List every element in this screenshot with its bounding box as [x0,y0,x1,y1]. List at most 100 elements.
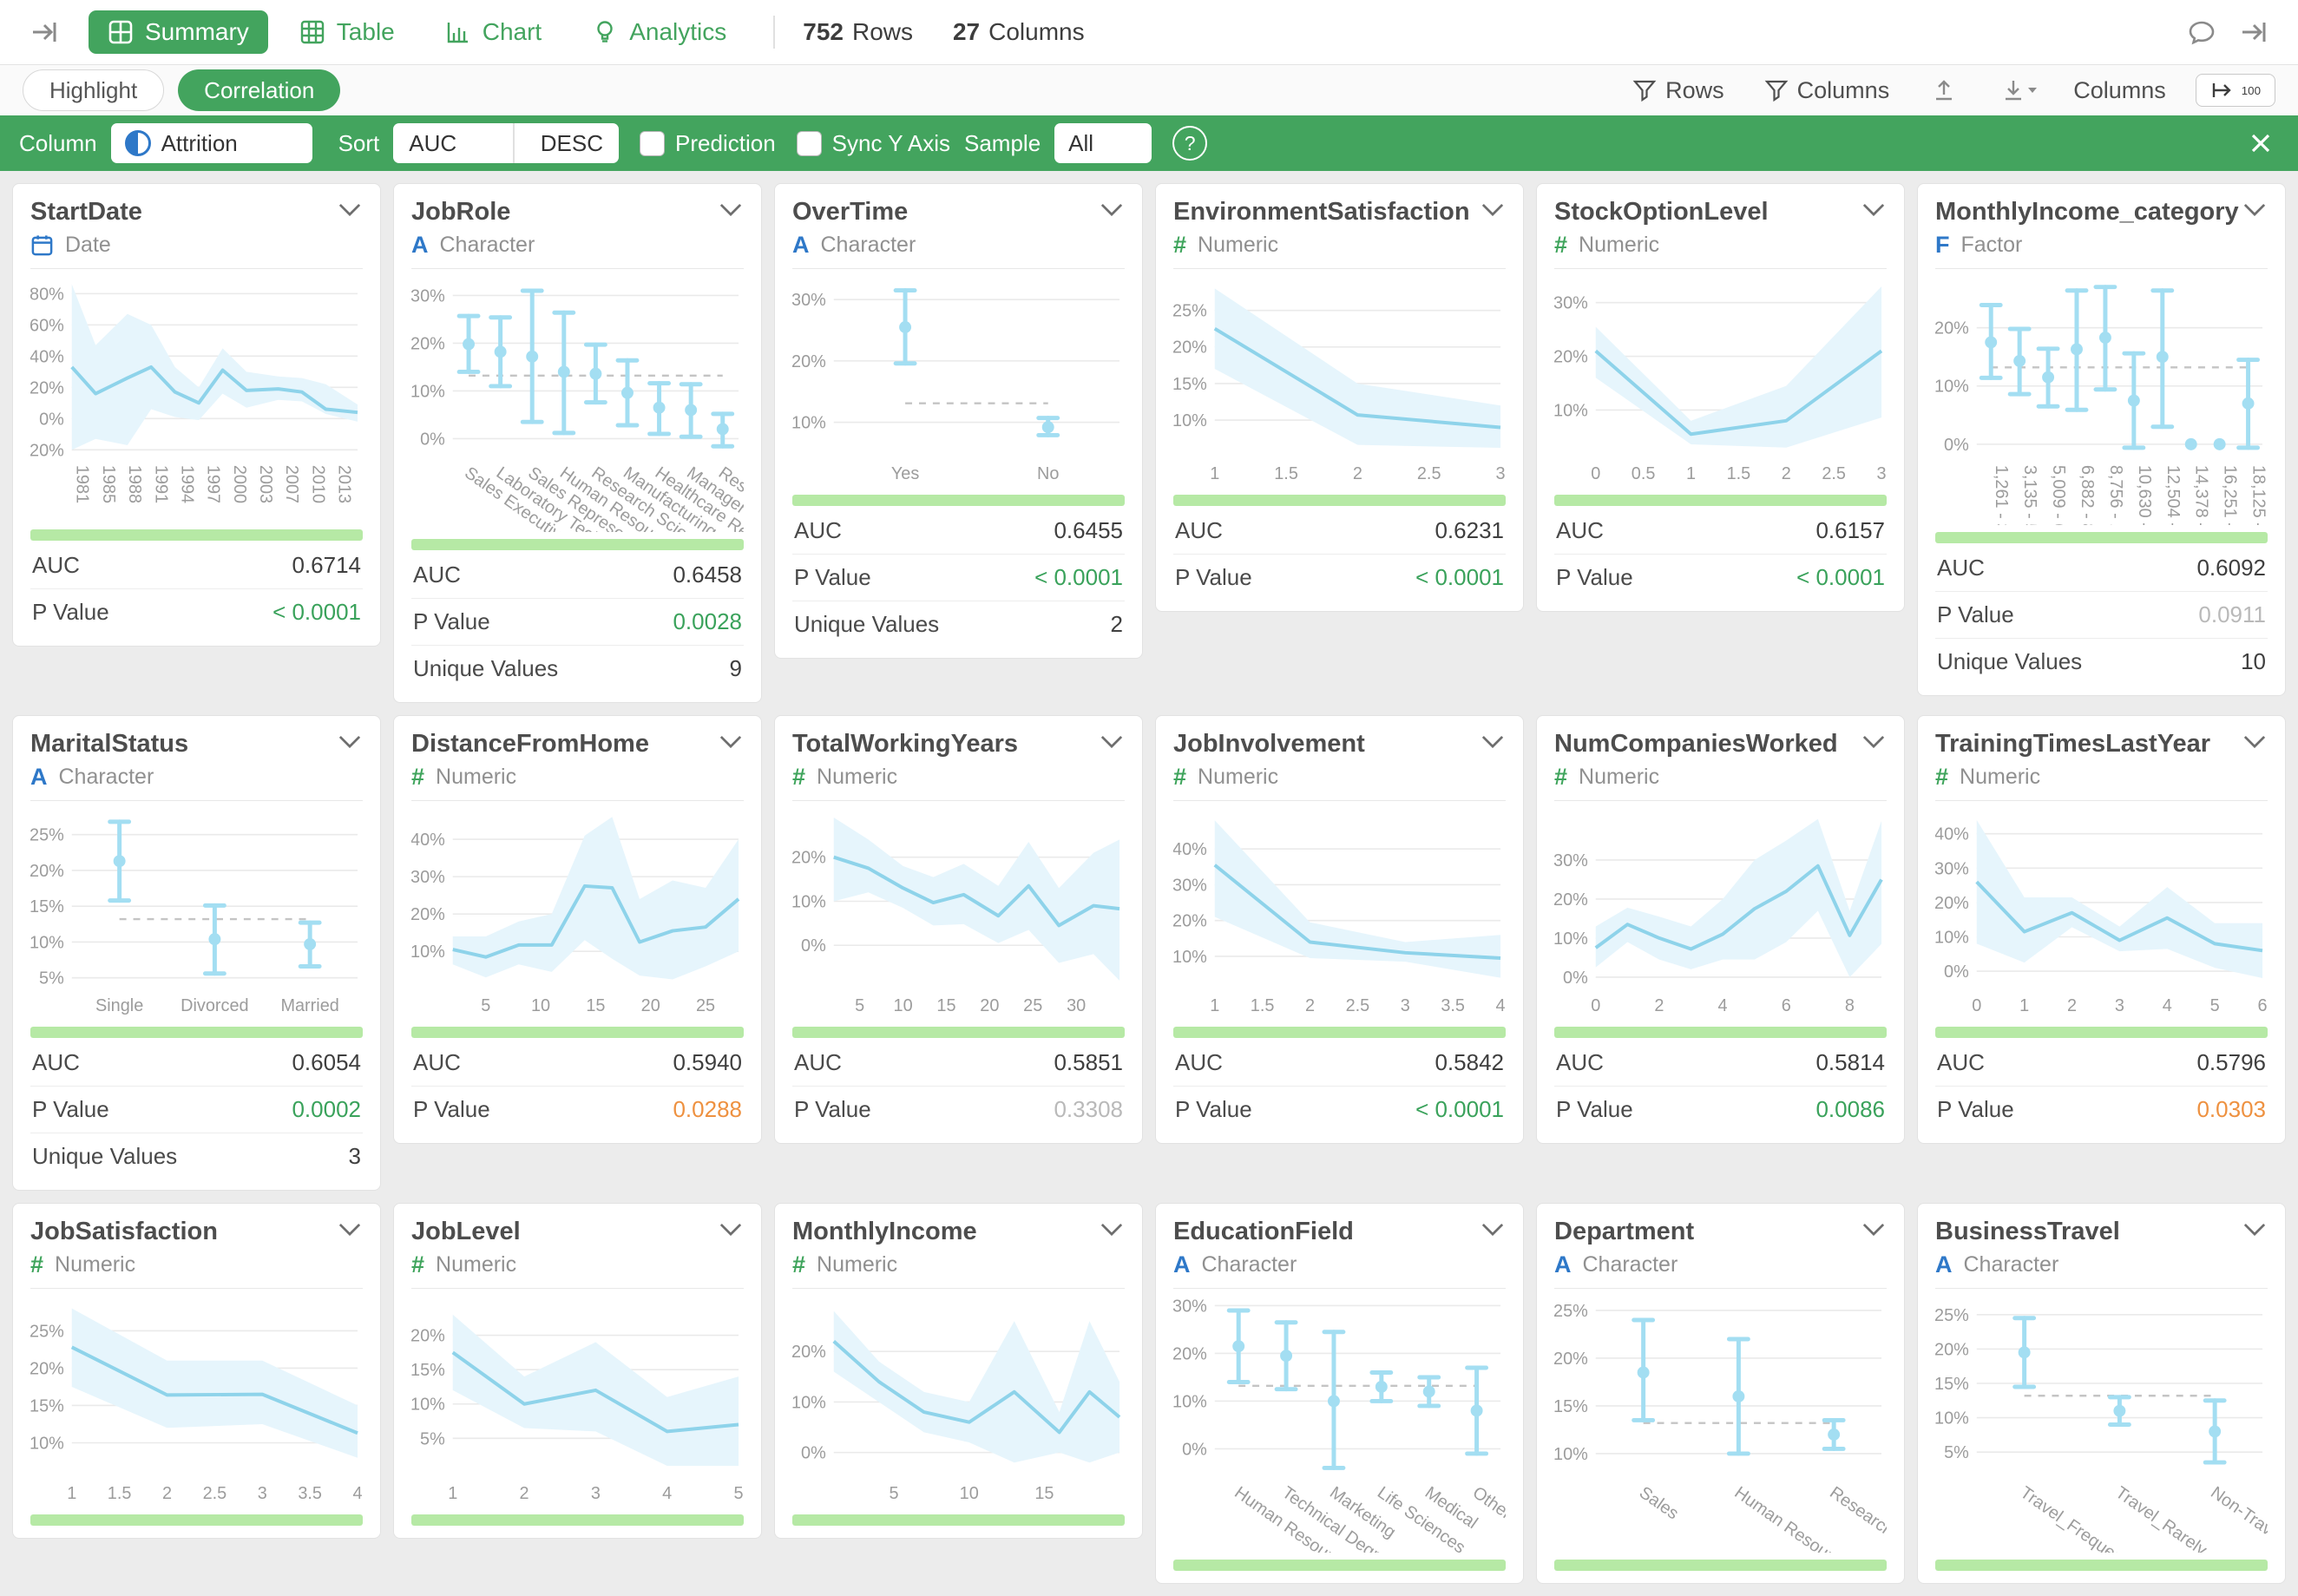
divider [513,123,515,163]
stat-value: 9 [730,655,742,682]
svg-text:30%: 30% [1173,877,1207,896]
chevron-down-icon[interactable] [1480,730,1506,753]
svg-text:15%: 15% [1173,375,1207,394]
column-chart: 10%15%20%25%11.522.533.54 [30,1296,363,1507]
chevron-down-icon[interactable] [2242,198,2268,221]
download-icon[interactable] [1993,70,2044,110]
sample-select[interactable]: All [1054,123,1152,163]
tab-summary[interactable]: Summary [89,10,268,54]
chevron-down-icon[interactable] [1861,1218,1887,1241]
svg-text:1985: 1985 [99,465,118,503]
svg-text:30%: 30% [1935,860,1969,879]
card-stats: AUC0.6714P Value< 0.0001 [30,542,363,635]
card-title: Department [1554,1218,1694,1246]
view-tabs: Summary Table Chart Ana [89,10,745,54]
character-a-icon: A [1173,1253,1191,1277]
card-title: JobRole [411,198,510,227]
chevron-down-icon[interactable] [337,730,363,753]
svg-text:5%: 5% [420,1429,445,1448]
prediction-label: Prediction [675,130,776,157]
chevron-down-icon[interactable] [1099,198,1125,221]
card-totalworkingyears: TotalWorkingYears#Numeric0%10%20%5101520… [774,715,1143,1144]
tab-chart[interactable]: Chart [426,10,561,54]
sort-direction-select[interactable]: DESC [525,123,619,163]
help-icon[interactable]: ? [1172,126,1207,161]
column-chart: 0%10%20%51015202530 [792,808,1125,1020]
column-chart: 0%10%20%51015 [792,1296,1125,1507]
stat-row-auc: AUC0.5940 [411,1040,744,1086]
card-monthlyincome: MonthlyIncome#Numeric0%10%20%51015 [774,1203,1143,1539]
svg-text:1994: 1994 [177,465,196,503]
svg-text:2.5: 2.5 [1346,996,1370,1015]
card-jobrole: JobRoleACharacter0%10%20%30%Sales Execut… [393,183,762,703]
svg-text:0%: 0% [801,937,826,956]
svg-text:15%: 15% [411,1361,445,1380]
card-stats: AUC0.5851P Value0.3308 [792,1040,1125,1133]
prediction-checkbox[interactable] [640,131,665,156]
chevron-down-icon[interactable] [2242,730,2268,753]
columns-limit-input[interactable]: 100 [2196,74,2275,107]
column-chart: 0%10%20%30%40%0123456 [1935,808,2268,1020]
stat-label: Unique Values [32,1143,177,1170]
chevron-down-icon[interactable] [2242,1218,2268,1241]
stat-value: 0.6092 [2196,555,2266,581]
close-icon[interactable] [2242,129,2279,157]
tab-table[interactable]: Table [280,10,414,54]
stat-row-auc: AUC0.6458 [411,552,744,598]
expand-sidebar-icon[interactable] [23,10,66,54]
tab-analytics[interactable]: Analytics [573,10,745,54]
chevron-down-icon[interactable] [1099,730,1125,753]
chevron-down-icon[interactable] [1480,1218,1506,1241]
chevron-down-icon[interactable] [718,730,744,753]
filter-columns-button[interactable]: Columns [1759,76,1895,105]
sort-select[interactable]: AUC DESC [393,123,619,163]
chevron-down-icon[interactable] [718,198,744,221]
svg-text:20%: 20% [792,849,826,868]
chevron-down-icon[interactable] [337,1218,363,1241]
svg-text:2.5: 2.5 [203,1484,227,1503]
chevron-down-icon[interactable] [718,1218,744,1241]
svg-text:2: 2 [1305,996,1315,1015]
card-title: OverTime [792,198,908,227]
card-stats: AUC0.5814P Value0.0086 [1554,1040,1887,1133]
stat-value: 0.5842 [1435,1049,1504,1076]
column-type-label: Character [1583,1252,1678,1277]
chevron-down-icon[interactable] [337,198,363,221]
svg-text:5%: 5% [39,969,64,988]
chevron-down-icon[interactable] [1099,1218,1125,1241]
svg-text:2.5: 2.5 [1417,464,1441,483]
tab-chart-label: Chart [483,18,542,46]
chevron-down-icon[interactable] [1861,730,1887,753]
card-overtime: OverTimeACharacter10%20%30%YesNoAUC0.645… [774,183,1143,659]
maps-to-icon [2210,79,2233,102]
svg-text:10%: 10% [30,1435,64,1454]
svg-text:2.5: 2.5 [1822,464,1846,483]
collapse-panel-icon[interactable] [2232,10,2275,54]
sync-y-axis-checkbox[interactable] [797,131,822,156]
svg-text:15%: 15% [30,1397,64,1416]
filter-icon [1632,78,1657,102]
svg-text:4: 4 [352,1484,362,1503]
upload-icon[interactable] [1924,70,1964,110]
svg-text:30%: 30% [1554,294,1588,313]
svg-text:Yes: Yes [891,464,919,483]
chevron-down-icon[interactable] [1480,198,1506,221]
svg-text:40%: 40% [30,347,64,366]
numeric-hash-icon: # [792,1253,805,1277]
comment-icon[interactable] [2180,10,2223,54]
card-businesstravel: BusinessTravelACharacter5%10%15%20%25%Tr… [1917,1203,2286,1583]
svg-text:8,756 - 1: 8,756 - 1 [2106,465,2125,526]
top-bar: Summary Table Chart Ana [0,0,2298,65]
factor-f-icon: F [1935,233,1950,257]
auc-progress-bar [792,1514,1125,1526]
prediction-checkbox-group: Prediction [640,130,776,157]
target-column-select[interactable]: Attrition [111,123,312,163]
correlation-button[interactable]: Correlation [178,69,340,111]
filter-rows-button[interactable]: Rows [1627,76,1730,105]
stat-label: P Value [413,608,490,635]
highlight-button[interactable]: Highlight [23,69,164,111]
sort-field-select[interactable]: AUC [393,123,502,163]
chevron-down-icon[interactable] [1861,198,1887,221]
auc-progress-bar [411,1514,744,1526]
columns-count: 27Columns [953,18,1085,46]
